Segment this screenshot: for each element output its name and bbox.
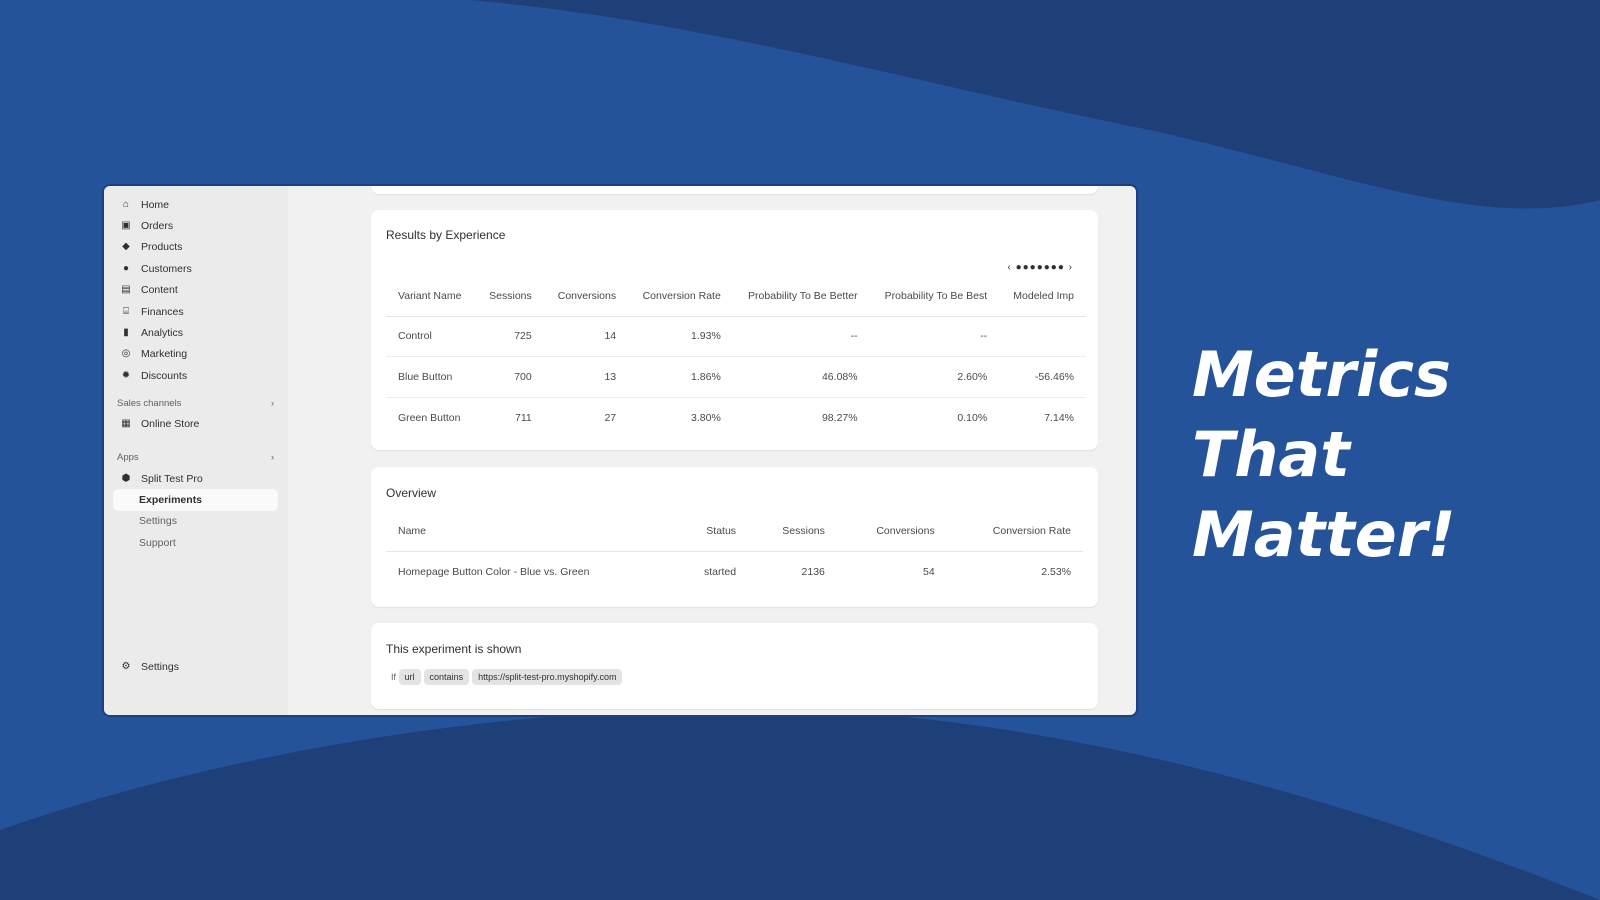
bank-icon: ⌸ [123,305,129,317]
target-icon: ◎ [121,348,131,360]
person-icon: ● [122,262,130,274]
column-header: Sessions [748,511,837,552]
targeting-card: This experiment is shown If url contains h… [371,623,1098,709]
table-cell [999,316,1086,357]
results-table: Variant Name Sessions Conversions Conversio… [386,276,1086,438]
sidebar-item-support[interactable]: Support [104,532,288,553]
results-title: Results by Experience [386,228,506,242]
tag-icon: ◆ [122,241,130,253]
apps-header[interactable]: Apps › [104,447,288,468]
table-cell: Green Button [398,411,461,424]
column-header: Status [673,511,749,552]
home-icon: ⌂ [122,198,130,210]
table-cell: 46.08% [732,356,870,398]
results-card: Results by Experience ‹ ●●●●●●● › Varian… [371,210,1098,450]
bar-chart-icon: ▮ [123,327,129,339]
sidebar-item-app-settings[interactable]: Settings [104,511,288,532]
table-cell: 711 [515,411,532,424]
column-header: Conversion Rate [946,511,1083,552]
table-cell: 2136 [801,565,825,578]
column-header: Conversions [543,276,629,317]
chevron-right-icon: › [270,397,274,409]
sidebar-item-experiments[interactable]: Experiments [113,489,278,511]
sidebar-item-settings[interactable]: ⚙ Settings [104,656,179,677]
store-icon: ▦ [121,418,131,430]
sidebar-item-marketing[interactable]: ◎ Marketing [104,344,288,365]
table-cell: 2.53% [1041,565,1071,578]
table-cell: 3.80% [691,411,721,424]
sidebar-item-split-test-pro[interactable]: ⬢ Split Test Pro [104,468,288,489]
table-cell: Homepage Button Color - Blue vs. Green [398,565,590,578]
targeting-rule: If url contains https://split-test-pro.mys… [391,669,625,685]
sidebar-item-finances[interactable]: ⌸ Finances [104,301,288,322]
column-header: Variant Name [386,276,476,317]
table-cell: 2.60% [869,356,1000,398]
table-row: Control 725 14 1.93% -- -- [386,316,1086,357]
table-pager[interactable]: ‹ ●●●●●●● › [1007,262,1073,273]
column-header: Conversions [836,511,947,552]
table-cell: 98.27% [821,411,858,424]
table-cell: 54 [923,565,935,578]
hero-line: That [1192,418,1350,491]
table-cell: 14 [543,316,629,357]
table-cell: 0.10% [957,411,988,424]
table-cell: 700 [475,356,544,398]
column-header: Conversion Rate [628,276,733,317]
overview-table: Name Status Sessions Conversions Conversion … [386,511,1083,592]
sidebar-item-discounts[interactable]: ✹ Discounts [104,365,288,386]
table-header-row: Name Status Sessions Conversions Conversion … [386,511,1083,552]
sidebar-item-orders[interactable]: ▣ Orders [104,215,288,236]
app-icon: ⬢ [121,472,131,484]
sidebar-item-customers[interactable]: ● Customers [104,258,288,279]
rule-operator-tag: contains [423,669,470,685]
discount-icon: ✹ [121,369,131,381]
table-row: Blue Button 700 13 1.86% 46.08% 2.60% -56.46% [386,356,1086,398]
sales-channels-header[interactable]: Sales channels › [104,393,288,414]
inbox-icon: ▣ [121,220,131,232]
table-cell: Blue Button [386,356,476,398]
chevron-right-icon: › [270,451,274,463]
overview-card: Overview Name Status Sessions Conversions Co… [371,467,1098,607]
gear-icon: ⚙ [121,660,131,672]
sidebar-item-home[interactable]: ⌂ Home [104,194,288,215]
sidebar-item-online-store[interactable]: ▦ Online Store [104,414,288,435]
column-header: Modeled Imp [999,276,1086,317]
table-cell: -- [732,316,870,357]
table-cell: 1.93% [628,316,733,357]
hero-line: Matter! [1192,498,1456,571]
column-header: Name [386,511,674,552]
sidebar-item-content[interactable]: ▤ Content [104,280,288,301]
column-header: Probability To Be Better [732,276,870,317]
sidebar-item-analytics[interactable]: ▮ Analytics [104,322,288,343]
sidebar-item-products[interactable]: ◆ Products [104,237,288,258]
column-header: Sessions [475,276,544,317]
sidebar: ⌂ Home ▣ Orders ◆ Products ● Customers ▤ Content ⌸… [104,186,288,715]
table-row: Green Button 711 27 3.80% 98.27% 0.10% 7.14% [386,397,1086,438]
chevron-right-icon[interactable]: › [1069,262,1073,273]
chevron-left-icon[interactable]: ‹ [1007,262,1011,273]
table-cell: Control [386,316,476,357]
main-content: Results by Experience ‹ ●●●●●●● › Varian… [288,186,1136,715]
table-cell: started [703,565,737,578]
image-icon: ▤ [121,284,131,296]
table-cell: -- [869,316,1000,357]
column-header: Probability To Be Best [869,276,1000,317]
table-cell: -56.46% [999,356,1086,398]
table-cell: 1.86% [628,356,733,398]
rule-value-tag: https://split-test-pro.myshopify.com [472,669,623,685]
targeting-title: This experiment is shown [386,642,522,656]
table-cell: 7.14% [1044,411,1074,424]
table-cell: 13 [543,356,629,398]
table-cell: 27 [604,411,617,424]
rule-field-tag: url [398,669,421,685]
hero-line: Metrics [1192,338,1451,411]
table-cell: 725 [475,316,544,357]
app-window: ⌂ Home ▣ Orders ◆ Products ● Customers ▤ Content ⌸… [102,184,1138,717]
overview-title: Overview [386,486,437,500]
table-row: Homepage Button Color - Blue vs. Green st… [386,551,1083,592]
hero-headline: Metrics That Matter! [1192,335,1456,575]
table-header-row: Variant Name Sessions Conversions Conversio… [386,276,1086,317]
previous-card [371,186,1098,194]
